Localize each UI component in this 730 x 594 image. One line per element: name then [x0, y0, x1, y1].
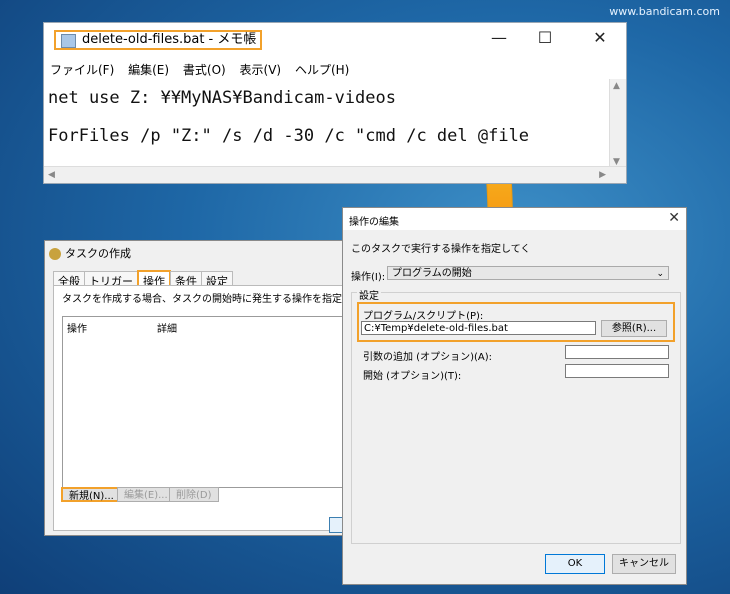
notepad-window: delete-old-files.bat - メモ帳 — ☐ ✕ ファイル(F)…	[43, 22, 627, 184]
create-task-dialog: タスクの作成 全般 トリガー 操作 条件 設定 タスクを作成する場合、タスクの開始時に発…	[44, 240, 432, 536]
ok-button[interactable]: OK	[545, 554, 605, 574]
edit-dialog-titlebar: 操作の編集 ✕	[343, 208, 686, 230]
notepad-title: delete-old-files.bat - メモ帳	[82, 32, 257, 47]
action-select-value: プログラムの開始	[392, 268, 472, 279]
delete-action-button[interactable]: 削除(D)	[169, 487, 219, 502]
notepad-menubar: ファイル(F) 編集(E) 書式(O) 表示(V) ヘルプ(H)	[50, 61, 359, 78]
new-action-button[interactable]: 新規(N)...	[61, 487, 122, 502]
scroll-left-icon[interactable]: ◀	[48, 170, 55, 180]
close-icon[interactable]: ✕	[668, 210, 680, 226]
menu-help[interactable]: ヘルプ(H)	[295, 63, 349, 77]
column-header-details[interactable]: 詳細	[157, 320, 177, 335]
column-header-action[interactable]: 操作	[67, 320, 87, 335]
text-line-2: ForFiles /p "Z:" /s /d -30 /c "cmd /c de…	[48, 126, 530, 146]
maximize-icon[interactable]: ☐	[536, 29, 554, 47]
task-dialog-titlebar: タスクの作成	[49, 245, 131, 261]
task-dialog-title: タスクの作成	[65, 247, 131, 260]
settings-label: 設定	[357, 287, 381, 302]
menu-view[interactable]: 表示(V)	[240, 63, 282, 77]
minimize-icon[interactable]: —	[490, 29, 508, 47]
menu-file[interactable]: ファイル(F)	[50, 63, 114, 77]
scroll-right-icon[interactable]: ▶	[599, 170, 606, 180]
menu-format[interactable]: 書式(O)	[183, 63, 226, 77]
edit-action-dialog: 操作の編集 ✕ このタスクで実行する操作を指定してく 操作(I): プログラムの…	[342, 207, 687, 585]
chevron-down-icon: ⌄	[656, 269, 664, 279]
scroll-up-icon[interactable]: ▲	[613, 81, 620, 91]
browse-button[interactable]: 参照(R)...	[601, 320, 667, 337]
start-in-input[interactable]	[565, 364, 669, 378]
horizontal-scrollbar[interactable]: ◀ ▶	[44, 166, 626, 183]
watermark: www.bandicam.com	[609, 5, 720, 18]
start-in-label: 開始 (オプション)(T):	[363, 371, 462, 382]
action-label: 操作(I):	[351, 272, 386, 283]
text-line-1: net use Z: ¥¥MyNAS¥Bandicam-videos	[48, 88, 396, 108]
program-input[interactable]: C:¥Temp¥delete-old-files.bat	[361, 321, 596, 335]
notepad-titlebar: delete-old-files.bat - メモ帳 — ☐ ✕	[44, 23, 626, 57]
cancel-button[interactable]: キャンセル	[612, 554, 676, 574]
program-label: プログラム/スクリプト(P):	[363, 311, 484, 322]
arguments-label: 引数の追加 (オプション)(A):	[363, 352, 492, 363]
vertical-scrollbar[interactable]: ▲ ▼	[609, 79, 626, 169]
notepad-icon	[61, 34, 76, 48]
notepad-text-area[interactable]: net use Z: ¥¥MyNAS¥Bandicam-videos ForFil…	[48, 79, 608, 155]
arguments-input[interactable]	[565, 345, 669, 359]
menu-edit[interactable]: 編集(E)	[128, 63, 169, 77]
close-icon[interactable]: ✕	[591, 29, 609, 47]
instruction-text: このタスクで実行する操作を指定してく	[351, 244, 531, 255]
notepad-title-highlight: delete-old-files.bat - メモ帳	[54, 30, 263, 50]
task-scheduler-icon	[49, 248, 61, 260]
actions-list[interactable]: 操作 詳細	[62, 316, 354, 488]
action-select[interactable]: プログラムの開始 ⌄	[387, 266, 669, 280]
edit-dialog-title: 操作の編集	[349, 217, 399, 228]
edit-action-button[interactable]: 編集(E)...	[117, 487, 175, 502]
